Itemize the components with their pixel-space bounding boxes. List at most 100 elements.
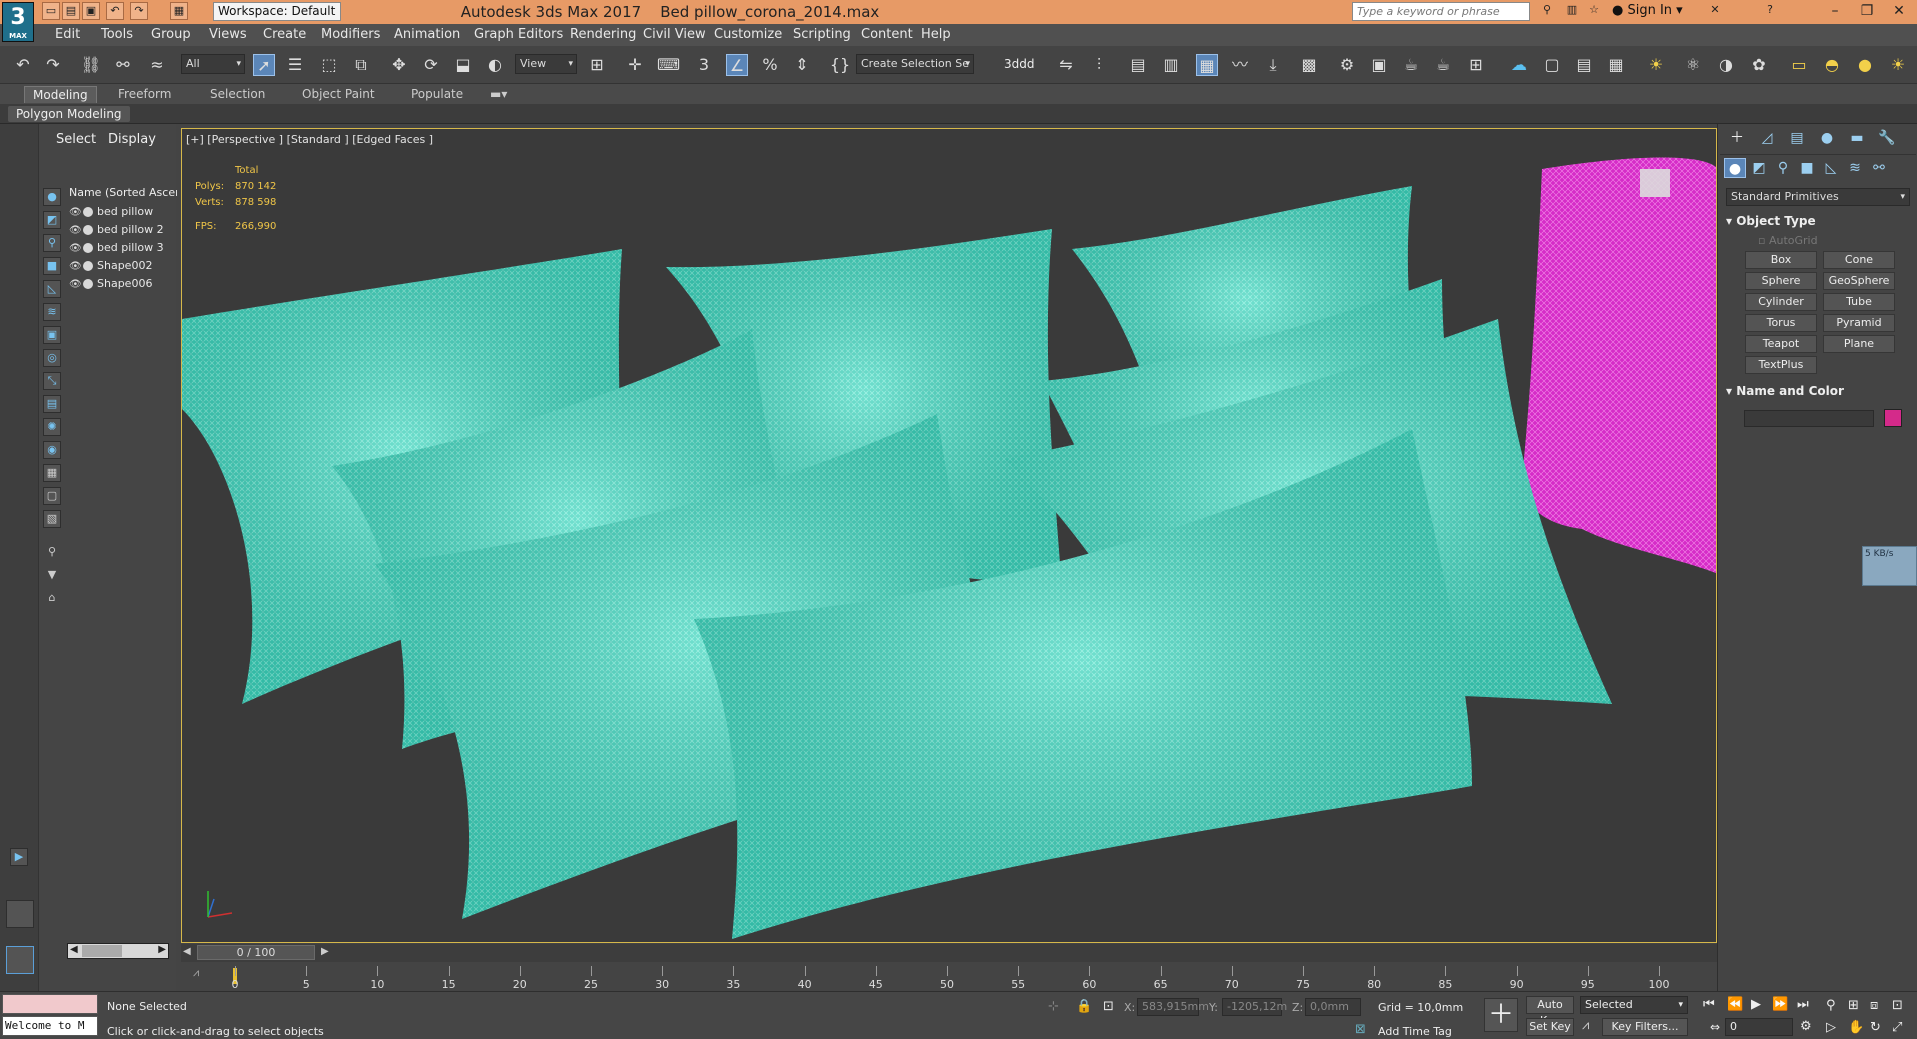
visibility-eye-icon[interactable]: 👁: [69, 205, 82, 221]
undo-icon[interactable]: ↶: [106, 2, 124, 20]
ribbon-tab-freeform[interactable]: Freeform: [110, 86, 179, 103]
menu-customize[interactable]: Customize: [714, 27, 782, 42]
plane-light-icon[interactable]: ▭: [1788, 54, 1810, 76]
plugin-3ddd-label[interactable]: 3ddd: [1004, 57, 1035, 71]
pink-pillow-object[interactable]: [1522, 157, 1717, 574]
render-setup-icon[interactable]: ⚙: [1336, 54, 1358, 76]
move-icon[interactable]: ✥: [388, 54, 410, 76]
scene-tab-select[interactable]: Select: [56, 132, 96, 147]
field-of-view-icon[interactable]: ▷: [1826, 1020, 1836, 1035]
sphere-light-icon[interactable]: ●: [1854, 54, 1876, 76]
link-icon[interactable]: ⛓: [80, 54, 102, 76]
expand-arrow-icon[interactable]: ▶: [10, 848, 28, 866]
maxscript-listener-output[interactable]: [2, 994, 98, 1014]
visibility-eye-icon[interactable]: 👁: [69, 259, 82, 275]
absolute-mode-icon[interactable]: ⊡: [1103, 999, 1114, 1014]
horizontal-scrollbar[interactable]: ◀ ▶: [67, 943, 169, 959]
schematic-view-icon[interactable]: ⤓: [1262, 54, 1284, 76]
scale-icon[interactable]: ⬓: [452, 54, 474, 76]
freeze-icon[interactable]: [83, 261, 93, 271]
help-icon[interactable]: ?: [1761, 2, 1779, 20]
scene-object-row[interactable]: 👁 Shape002: [69, 258, 152, 274]
track-bar[interactable]: ⩘ 0 5 10 15 20 25 30 35 40 45 50 55 60 65 70 75 80 85 90 95…: [181, 962, 1717, 991]
menu-tools[interactable]: Tools: [101, 27, 133, 42]
named-selection-icon[interactable]: {}: [829, 54, 851, 76]
display-lights-icon[interactable]: ⚲: [43, 234, 61, 252]
display-particles-icon[interactable]: ✺: [43, 418, 61, 436]
framebuffer-icon[interactable]: ▢: [1541, 54, 1563, 76]
zoom-extents-icon[interactable]: ⧈: [1870, 998, 1878, 1013]
maxscript-input[interactable]: Welcome to M: [2, 1016, 98, 1036]
key-mode-dropdown[interactable]: Selected ▾: [1580, 996, 1688, 1014]
menu-animation[interactable]: Animation: [394, 27, 460, 42]
freeze-icon[interactable]: [83, 279, 93, 289]
scroll-left-icon[interactable]: ◀: [70, 944, 78, 955]
menu-scripting[interactable]: Scripting: [793, 27, 851, 42]
lights-category-icon[interactable]: ⚲: [1772, 158, 1794, 178]
spacewarps-category-icon[interactable]: ≋: [1844, 158, 1866, 178]
menu-civil-view[interactable]: Civil View: [643, 27, 706, 42]
viewport-label-menu[interactable]: [+] [Perspective ] [Standard ] [Edged Fa…: [186, 133, 433, 146]
display-groups-icon[interactable]: ▣: [43, 326, 61, 344]
next-frame-icon[interactable]: ▶: [321, 946, 329, 957]
prev-frame-icon[interactable]: ◀: [183, 946, 191, 957]
display-containers-icon[interactable]: ▤: [43, 395, 61, 413]
display-spacewarps-icon[interactable]: ≋: [43, 303, 61, 321]
menu-rendering[interactable]: Rendering: [570, 27, 636, 42]
minimize-icon[interactable]: –: [1820, 0, 1850, 22]
menu-help[interactable]: Help: [921, 27, 951, 42]
add-time-tag-button[interactable]: Add Time Tag: [1378, 1025, 1452, 1038]
pan-view-icon[interactable]: ✋: [1848, 1020, 1864, 1035]
zoom-extents-all-icon[interactable]: ⊡: [1892, 998, 1903, 1013]
isolate-icon[interactable]: ⊹: [1048, 999, 1059, 1014]
display-none-icon[interactable]: ▢: [43, 487, 61, 505]
ribbon-options-icon[interactable]: ▬▾: [482, 86, 515, 103]
visibility-eye-icon[interactable]: 👁: [69, 223, 82, 239]
maximize-viewport-icon[interactable]: ⤢: [1892, 1020, 1902, 1035]
layout-active-icon[interactable]: [6, 946, 34, 974]
scene-tab-display[interactable]: Display: [108, 132, 156, 147]
open-file-icon[interactable]: ▤: [62, 2, 80, 20]
layout-preset-icon[interactable]: [6, 900, 34, 928]
menu-content[interactable]: Content: [861, 27, 913, 42]
mirror-icon[interactable]: ⇋: [1055, 54, 1077, 76]
freeze-icon[interactable]: [83, 207, 93, 217]
scroll-thumb[interactable]: [82, 945, 122, 957]
shapes-category-icon[interactable]: ◩: [1748, 158, 1770, 178]
display-shapes-icon[interactable]: ◩: [43, 211, 61, 229]
z-coordinate-field[interactable]: 0,0mm: [1305, 998, 1361, 1016]
torus-button[interactable]: Torus: [1745, 314, 1817, 332]
box-button[interactable]: Box: [1745, 251, 1817, 269]
systems-category-icon[interactable]: ⚯: [1868, 158, 1890, 178]
scene-object-row[interactable]: 👁 bed pillow 2: [69, 222, 164, 238]
align-icon[interactable]: ⫶: [1088, 54, 1110, 76]
favorites-star-icon[interactable]: ☆: [1585, 2, 1603, 20]
close-icon[interactable]: ✕: [1884, 0, 1914, 22]
light-lister-icon[interactable]: ☀: [1645, 54, 1667, 76]
selection-region-icon[interactable]: ⬚: [318, 54, 340, 76]
search-input[interactable]: Type a keyword or phrase: [1352, 2, 1530, 21]
cylinder-button[interactable]: Cylinder: [1745, 293, 1817, 311]
motion-tab-icon[interactable]: ●: [1816, 128, 1838, 148]
teapot-button[interactable]: Teapot: [1745, 335, 1817, 353]
new-file-icon[interactable]: ▭: [42, 2, 60, 20]
snaps-toggle-icon[interactable]: 3: [693, 54, 715, 76]
scene-converter-icon[interactable]: ⚛: [1682, 54, 1704, 76]
sign-in-link[interactable]: ● Sign In ▾: [1612, 3, 1683, 18]
dome-light-icon[interactable]: ◓: [1821, 54, 1843, 76]
display-all-icon[interactable]: ▦: [43, 464, 61, 482]
interactive-icon[interactable]: ◑: [1715, 54, 1737, 76]
reference-coordinate-dropdown[interactable]: View: [515, 54, 577, 74]
window-crossing-icon[interactable]: ⧉: [350, 54, 372, 76]
workspace-dropdown[interactable]: Workspace: Default: [213, 2, 341, 21]
selection-filter-dropdown[interactable]: All: [181, 54, 245, 74]
geosphere-button[interactable]: GeoSphere: [1823, 272, 1895, 290]
app-logo[interactable]: 3 MAX: [2, 2, 34, 42]
maximize-icon[interactable]: ❐: [1852, 0, 1882, 22]
filter-icon[interactable]: ▼: [43, 567, 61, 585]
cameras-category-icon[interactable]: ■: [1796, 158, 1818, 178]
display-bones-icon[interactable]: ⤡: [43, 372, 61, 390]
render-grid-icon[interactable]: ⊞: [1465, 54, 1487, 76]
layer-explorer-icon[interactable]: ▥: [1160, 54, 1182, 76]
ribbon-tab-populate[interactable]: Populate: [403, 86, 471, 103]
